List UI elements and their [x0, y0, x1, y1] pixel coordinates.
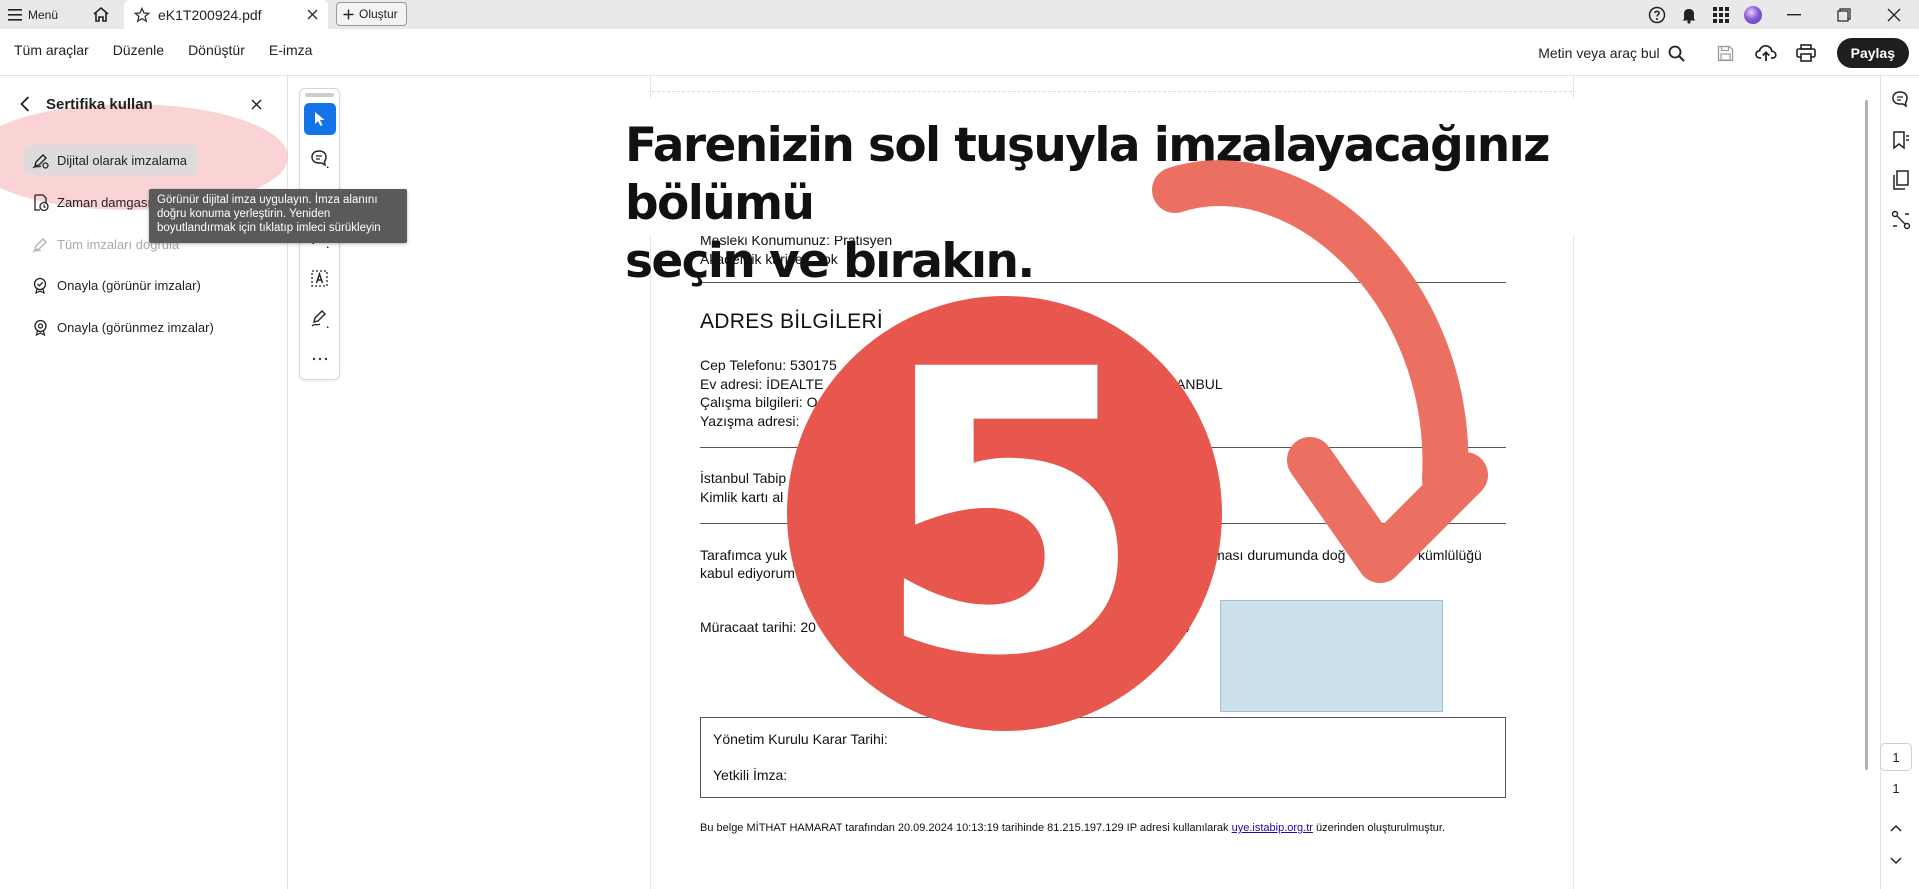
signature-area-rectangle[interactable]: [1220, 600, 1443, 712]
doc-id-card-line: Kimlik kartı al: [700, 489, 784, 505]
footer-end: üzerinden oluşturulmuştur.: [1316, 822, 1446, 834]
page-number-input[interactable]: 1: [1880, 743, 1912, 771]
panel-item-digital-sign[interactable]: Dijital olarak imzalama: [24, 145, 198, 175]
panel-header: Sertifika kullan: [20, 92, 270, 116]
instruction-text: Farenizin sol tuşuyla imzalayacağınız bö…: [625, 117, 1715, 291]
close-tab-icon[interactable]: [304, 6, 320, 22]
chevron-up-icon[interactable]: [1886, 818, 1906, 838]
menu-all-tools[interactable]: Tüm araçlar: [14, 42, 89, 58]
text-box-icon: [311, 270, 328, 287]
authorized-signature: Yetkili İmza:: [713, 767, 788, 783]
panel-item-label: Onayla (görünür imzalar): [57, 277, 201, 293]
chevron-down-icon[interactable]: [1886, 851, 1906, 871]
comment-icon: [311, 150, 329, 168]
document-tab[interactable]: eK1T200924.pdf: [124, 0, 328, 29]
menu-edit[interactable]: Düzenle: [113, 42, 164, 58]
plus-icon: [343, 9, 354, 19]
minimize-window-icon[interactable]: [1769, 0, 1819, 29]
back-arrow-icon[interactable]: [20, 96, 30, 112]
panel-item-certify-invisible[interactable]: Onayla (görünmez imzalar): [24, 312, 224, 342]
close-panel-icon[interactable]: [248, 96, 264, 112]
board-decision-date: Yönetim Kurulu Karar Tarihi:: [713, 731, 888, 747]
create-label: Oluştur: [359, 7, 398, 21]
restore-window-icon[interactable]: [1819, 0, 1869, 29]
home-button[interactable]: [88, 2, 114, 26]
page-header-fragment: [652, 76, 1572, 92]
menu-label: Menü: [28, 7, 59, 22]
menu-convert[interactable]: Dönüştür: [188, 42, 245, 58]
comment-tool-button[interactable]: [304, 143, 336, 175]
toolbar-right: Metin veya araç bul Paylaş: [1538, 38, 1909, 68]
panel-item-label: Dijital olarak imzalama: [57, 152, 188, 168]
help-icon[interactable]: [1641, 0, 1673, 29]
doc-declaration-middle: lması durumunda doğ: [1210, 547, 1346, 563]
signature-panel-icon[interactable]: [1889, 208, 1913, 232]
home-icon: [93, 6, 109, 22]
doc-chamber-line: İstanbul Tabip: [700, 470, 787, 486]
panel-item-label: Zaman damgası: [57, 194, 151, 210]
window-controls: [1641, 0, 1919, 29]
panel-item-label: Onayla (görünmez imzalar): [57, 319, 214, 335]
doc-declaration-line2: kabul ediyorum: [700, 565, 795, 581]
tab-bar: Menü eK1T200924.pdf Oluştur: [0, 0, 1919, 29]
drag-handle[interactable]: [305, 93, 334, 97]
footer-link[interactable]: uye.istabip.org.tr: [1232, 822, 1313, 834]
doc-declaration-end: kümlülüğü: [1418, 547, 1482, 563]
share-button[interactable]: Paylaş: [1836, 38, 1909, 68]
apps-grid-icon[interactable]: [1705, 0, 1737, 29]
find-text-or-tool[interactable]: Metin veya araç bul: [1538, 45, 1685, 62]
print-icon[interactable]: [1789, 39, 1823, 67]
tooltip: Görünür dijital imza uygulayın. İmza ala…: [149, 189, 407, 243]
instruction-line-1: Farenizin sol tuşuyla imzalayacağınız bö…: [625, 118, 1550, 231]
page-count: 1: [1892, 781, 1900, 796]
notification-bell-icon[interactable]: [1673, 0, 1705, 29]
bookmarks-icon[interactable]: [1889, 128, 1913, 152]
select-tool-button[interactable]: [304, 103, 336, 135]
comments-panel-icon[interactable]: [1889, 88, 1913, 112]
star-icon[interactable]: [134, 6, 150, 23]
create-button[interactable]: Oluştur: [336, 2, 407, 26]
sign-tool-button[interactable]: [304, 303, 336, 335]
panel-item-certify-visible[interactable]: Onayla (görünür imzalar): [24, 270, 211, 300]
more-dots-icon: [312, 357, 328, 361]
search-icon: [1668, 45, 1685, 62]
avatar-icon: [1744, 5, 1762, 24]
more-tools-button[interactable]: [304, 343, 336, 375]
main-toolbar: Tüm araçlar Düzenle Dönüştür E-imza Meti…: [0, 29, 1919, 76]
find-label: Metin veya araç bul: [1538, 45, 1660, 61]
footer-text: Bu belge MİTHAT HAMARAT tarafından 20.09…: [700, 822, 1229, 834]
document-tab-title: eK1T200924.pdf: [158, 6, 262, 23]
menu-button[interactable]: Menü: [8, 4, 58, 25]
doc-correspondence-address: Yazışma adresi:: [700, 413, 800, 429]
step-number: 5: [873, 286, 1145, 741]
panel-title: Sertifika kullan: [46, 95, 153, 113]
doc-declaration-start: Tarafımca yuk: [700, 547, 788, 563]
doc-footer: Bu belge MİTHAT HAMARAT tarafından 20.09…: [700, 822, 1445, 834]
panel-item-timestamp[interactable]: Zaman damgası: [24, 187, 161, 217]
timestamp-icon: [34, 193, 49, 211]
hamburger-icon: [8, 8, 22, 21]
signature-pen-icon: [311, 310, 329, 328]
certify-invisible-icon: [34, 319, 47, 336]
menu-e-sign[interactable]: E-imza: [269, 42, 313, 58]
page-thumbnails-icon[interactable]: [1889, 168, 1913, 192]
sign-pen-icon: [32, 153, 49, 169]
certify-visible-icon: [33, 277, 47, 294]
instruction-line-2: seçin ve bırakın.: [625, 234, 1035, 289]
vertical-scrollbar[interactable]: [1865, 100, 1868, 770]
verify-signature-icon: [32, 237, 47, 252]
profile-avatar[interactable]: [1737, 0, 1769, 29]
close-window-icon[interactable]: [1869, 0, 1919, 29]
save-icon[interactable]: [1709, 39, 1743, 67]
toolbar-menu: Tüm araçlar Düzenle Dönüştür E-imza: [14, 42, 312, 58]
text-box-tool-button[interactable]: [304, 263, 336, 295]
cloud-upload-icon[interactable]: [1749, 39, 1783, 67]
cursor-arrow-icon: [315, 112, 325, 126]
